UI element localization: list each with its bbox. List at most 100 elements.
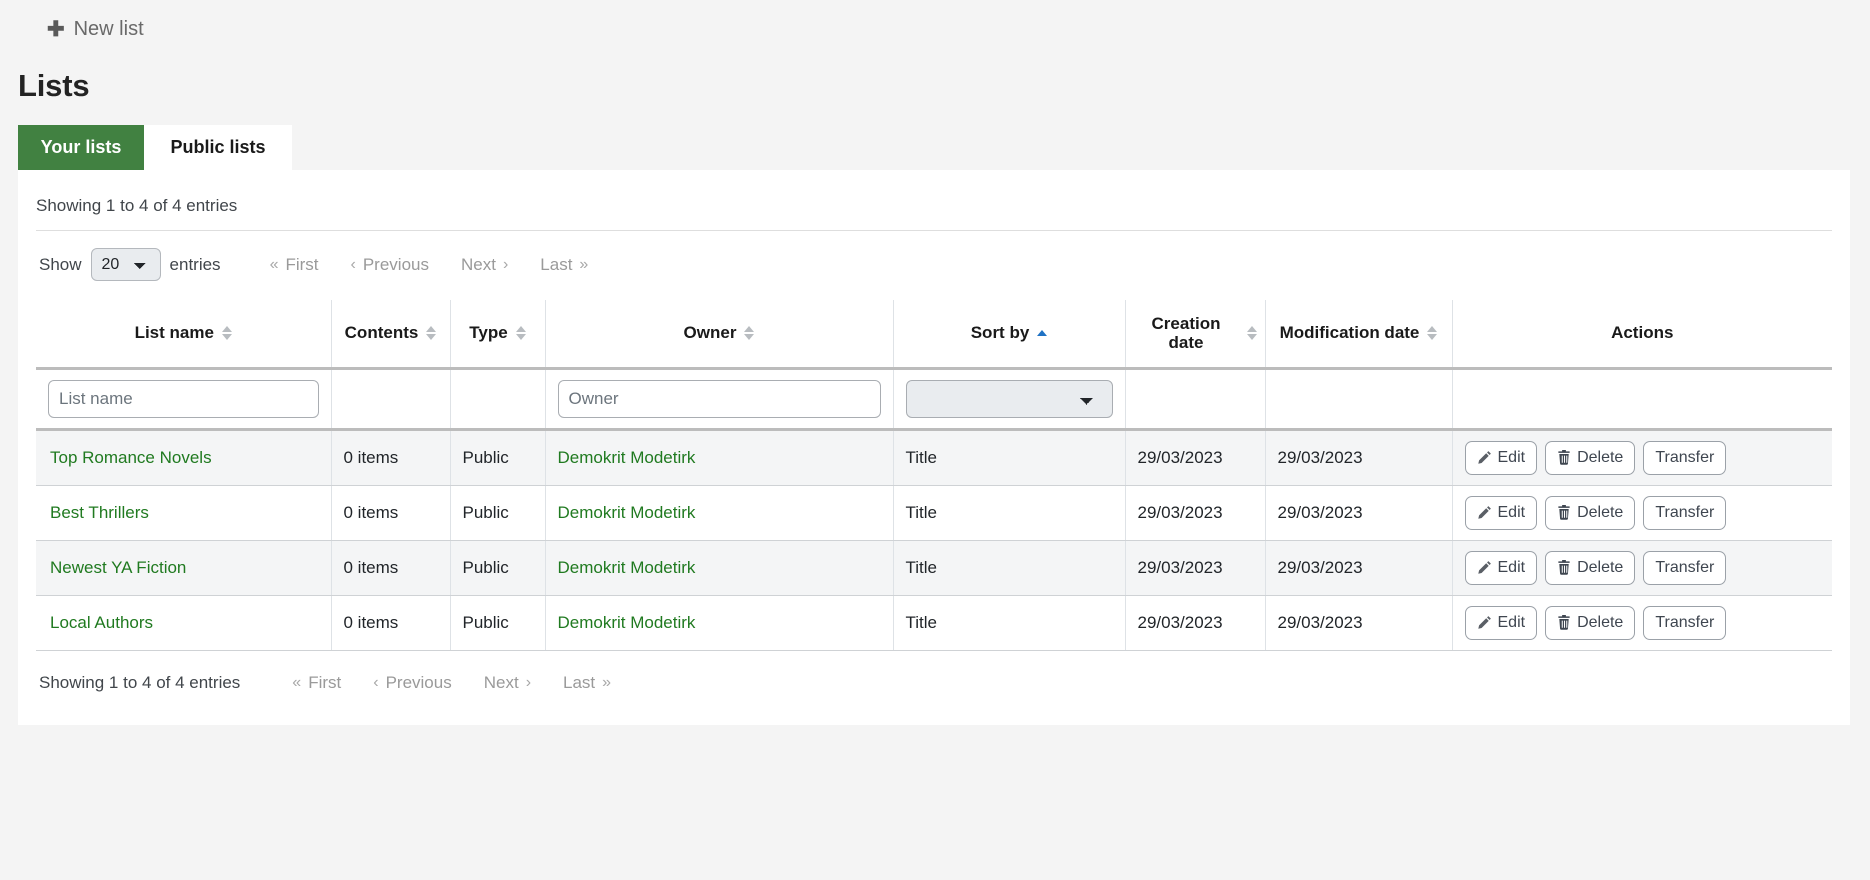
transfer-label: Transfer xyxy=(1655,504,1714,522)
pagination-next-label: Next xyxy=(484,673,519,693)
tab-public-lists[interactable]: Public lists xyxy=(144,125,292,170)
col-label: Owner xyxy=(684,323,737,343)
pagination-bottom: « First ‹ Previous Next › Last » xyxy=(276,673,627,693)
table-row: Local Authors0 itemsPublicDemokrit Modet… xyxy=(36,595,1832,650)
filter-input-owner[interactable] xyxy=(558,380,881,418)
pagination-previous-label: Previous xyxy=(386,673,452,693)
edit-button[interactable]: Edit xyxy=(1465,551,1538,585)
new-list-label: New list xyxy=(74,18,144,41)
delete-button[interactable]: Delete xyxy=(1545,606,1635,640)
table-head: List name Contents Type xyxy=(36,300,1832,368)
pagination-next-top[interactable]: Next › xyxy=(445,255,524,275)
pagination-previous-bottom[interactable]: ‹ Previous xyxy=(357,673,467,693)
cell-creation-date: 29/03/2023 xyxy=(1125,485,1265,540)
transfer-button[interactable]: Transfer xyxy=(1643,496,1726,530)
col-header-owner[interactable]: Owner xyxy=(545,300,893,368)
owner-link[interactable]: Demokrit Modetirk xyxy=(558,448,696,467)
pagination-last-bottom[interactable]: Last » xyxy=(547,673,627,693)
cell-creation-date: 29/03/2023 xyxy=(1125,595,1265,650)
cell-list-name: Local Authors xyxy=(36,595,331,650)
sort-icon-contents[interactable] xyxy=(426,326,436,340)
trash-icon xyxy=(1557,615,1571,630)
delete-label: Delete xyxy=(1577,449,1623,467)
cell-actions: Edit Delete Transfer xyxy=(1452,429,1832,485)
cell-modification-date: 29/03/2023 xyxy=(1265,540,1452,595)
row-actions: EditDeleteTransfer xyxy=(1465,551,1823,585)
col-header-creation-date[interactable]: Creation date xyxy=(1125,300,1265,368)
entries-info-bottom: Showing 1 to 4 of 4 entries xyxy=(39,673,240,693)
tab-your-lists[interactable]: Your lists xyxy=(18,125,144,170)
filter-cell-sort-by: TitleAuthorYearCall number xyxy=(893,368,1125,429)
filter-cell-type xyxy=(450,368,545,429)
edit-button[interactable]: Edit xyxy=(1465,441,1538,475)
edit-label: Edit xyxy=(1498,504,1526,522)
entries-per-page-select[interactable]: 102050100 xyxy=(91,248,161,281)
cell-actions: Edit Delete Transfer xyxy=(1452,595,1832,650)
chevron-left-icon: ‹ xyxy=(351,256,356,274)
filter-row: TitleAuthorYearCall number xyxy=(36,368,1832,429)
cell-type: Public xyxy=(450,595,545,650)
sort-icon-type[interactable] xyxy=(516,326,526,340)
list-name-link[interactable]: Best Thrillers xyxy=(50,503,149,522)
list-name-link[interactable]: Top Romance Novels xyxy=(50,448,212,467)
double-chevron-right-icon: » xyxy=(579,256,588,274)
owner-link[interactable]: Demokrit Modetirk xyxy=(558,503,696,522)
cell-list-name: Best Thrillers xyxy=(36,485,331,540)
pagination-previous-top[interactable]: ‹ Previous xyxy=(335,255,445,275)
cell-owner: Demokrit Modetirk xyxy=(545,485,893,540)
delete-label: Delete xyxy=(1577,504,1623,522)
delete-label: Delete xyxy=(1577,614,1623,632)
pagination-next-bottom[interactable]: Next › xyxy=(468,673,547,693)
transfer-button[interactable]: Transfer xyxy=(1643,606,1726,640)
sort-icon-owner[interactable] xyxy=(744,326,754,340)
col-header-modification-date[interactable]: Modification date xyxy=(1265,300,1452,368)
filter-select-sort-by[interactable]: TitleAuthorYearCall number xyxy=(906,380,1113,418)
double-chevron-left-icon: « xyxy=(292,674,301,692)
transfer-label: Transfer xyxy=(1655,614,1714,632)
pencil-icon xyxy=(1477,615,1492,630)
table-row: Top Romance Novels0 itemsPublicDemokrit … xyxy=(36,429,1832,485)
filter-input-list-name[interactable] xyxy=(48,380,319,418)
pagination-first-top[interactable]: « First xyxy=(254,255,335,275)
chevron-right-icon: › xyxy=(526,674,531,692)
col-header-list-name[interactable]: List name xyxy=(36,300,331,368)
col-label: Creation date xyxy=(1134,314,1239,353)
delete-button[interactable]: Delete xyxy=(1545,441,1635,475)
pencil-icon xyxy=(1477,560,1492,575)
edit-button[interactable]: Edit xyxy=(1465,496,1538,530)
list-name-link[interactable]: Newest YA Fiction xyxy=(50,558,186,577)
sort-icon-list-name[interactable] xyxy=(222,326,232,340)
new-list-button[interactable]: ✚ New list xyxy=(47,18,144,41)
entries-info-top: Showing 1 to 4 of 4 entries xyxy=(36,170,1832,230)
delete-button[interactable]: Delete xyxy=(1545,551,1635,585)
cell-modification-date: 29/03/2023 xyxy=(1265,429,1452,485)
col-label: Type xyxy=(469,323,507,343)
owner-link[interactable]: Demokrit Modetirk xyxy=(558,558,696,577)
cell-contents: 0 items xyxy=(331,540,450,595)
pagination-first-bottom[interactable]: « First xyxy=(276,673,357,693)
lists-panel: Showing 1 to 4 of 4 entries Show 1020501… xyxy=(18,170,1850,725)
delete-button[interactable]: Delete xyxy=(1545,496,1635,530)
transfer-button[interactable]: Transfer xyxy=(1643,551,1726,585)
pagination-last-label: Last xyxy=(540,255,572,275)
cell-actions: Edit Delete Transfer xyxy=(1452,485,1832,540)
filter-cell-actions xyxy=(1452,368,1832,429)
owner-link[interactable]: Demokrit Modetirk xyxy=(558,613,696,632)
edit-button[interactable]: Edit xyxy=(1465,606,1538,640)
transfer-button[interactable]: Transfer xyxy=(1643,441,1726,475)
edit-label: Edit xyxy=(1498,614,1526,632)
col-label: Contents xyxy=(345,323,419,343)
pagination-last-top[interactable]: Last » xyxy=(524,255,604,275)
col-header-type[interactable]: Type xyxy=(450,300,545,368)
trash-icon xyxy=(1557,560,1571,575)
cell-list-name: Top Romance Novels xyxy=(36,429,331,485)
list-name-link[interactable]: Local Authors xyxy=(50,613,153,632)
sort-icon-modification-date[interactable] xyxy=(1427,326,1437,340)
col-label: Sort by xyxy=(971,323,1030,343)
transfer-label: Transfer xyxy=(1655,449,1714,467)
sort-icon-creation-date[interactable] xyxy=(1247,326,1257,340)
cell-modification-date: 29/03/2023 xyxy=(1265,595,1452,650)
sort-icon-sort-by[interactable] xyxy=(1037,330,1047,336)
col-header-sort-by[interactable]: Sort by xyxy=(893,300,1125,368)
col-header-contents[interactable]: Contents xyxy=(331,300,450,368)
